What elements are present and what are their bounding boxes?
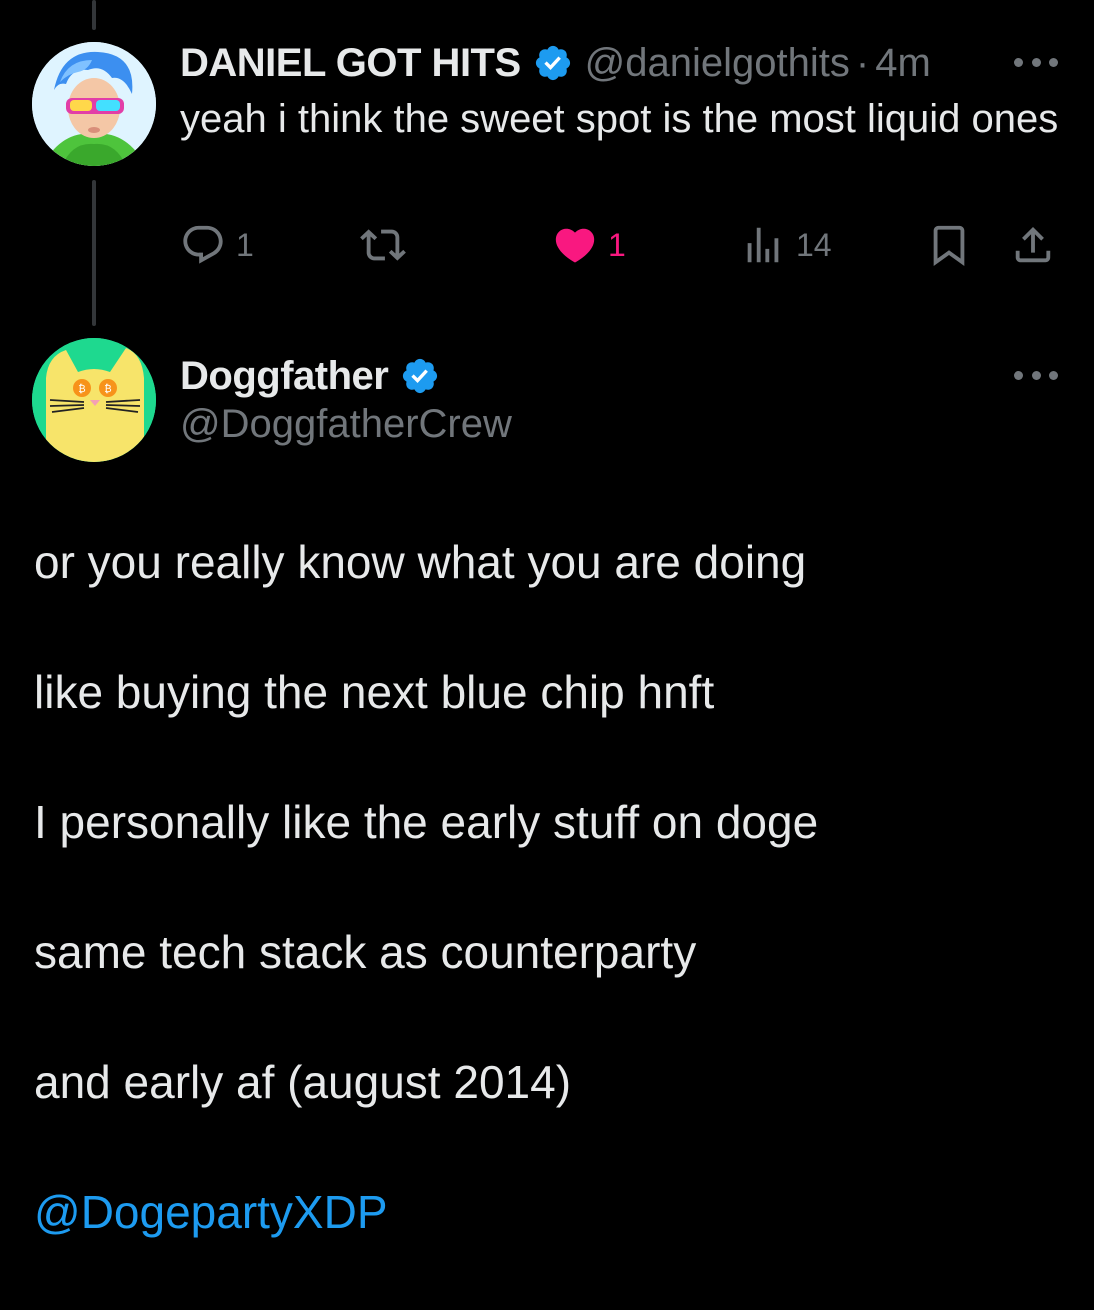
tweet1-text: yeah i think the sweet spot is the most …	[180, 97, 1059, 141]
svg-text:₿: ₿	[78, 383, 85, 395]
like-button[interactable]: 1	[552, 215, 626, 275]
verified-badge-icon	[533, 43, 573, 83]
tweet-paragraph: like buying the next blue chip hnft	[34, 666, 715, 718]
tweet-paragraph: same tech stack as counterparty	[34, 926, 697, 978]
retweet-button[interactable]	[360, 215, 416, 275]
like-count: 1	[608, 226, 626, 263]
separator-dot: ·	[855, 40, 870, 85]
share-icon	[1015, 226, 1051, 263]
bookmark-button[interactable]	[926, 215, 972, 275]
views-button[interactable]: 14	[740, 215, 832, 275]
tweet2-header: Doggfather	[180, 350, 440, 402]
views-icon	[747, 227, 779, 263]
reply-button[interactable]: 1	[180, 215, 254, 275]
author-handle[interactable]: @DoggfatherCrew	[180, 402, 512, 447]
thread-line	[92, 180, 96, 326]
heart-icon	[555, 228, 595, 263]
more-icon[interactable]	[1014, 369, 1058, 381]
mention-link[interactable]: @DogepartyXDP	[34, 1180, 1064, 1244]
more-icon[interactable]	[1014, 56, 1058, 68]
thread-line-top	[92, 0, 96, 30]
tweet1-actions: 1 1 14	[180, 215, 1060, 275]
tweet1-header: DANIEL GOT HITS @danielgothits · 4m	[180, 38, 931, 88]
verified-badge-icon	[400, 356, 440, 396]
author-name[interactable]: Doggfather	[180, 354, 389, 399]
tweet-paragraph: or you really know what you are doing	[34, 536, 807, 588]
avatar-doggfathercrew[interactable]: ₿ ₿	[32, 338, 156, 462]
tweet-paragraph: and early af (august 2014)	[34, 1056, 572, 1108]
bookmark-icon	[933, 225, 965, 266]
avatar-danielgothits[interactable]	[32, 42, 156, 166]
reply-icon	[183, 225, 223, 264]
svg-text:₿: ₿	[104, 383, 111, 395]
author-handle[interactable]: @danielgothits	[585, 41, 850, 86]
views-count: 14	[796, 226, 832, 263]
tweet-paragraph: I personally like the early stuff on dog…	[34, 796, 819, 848]
retweet-icon	[360, 229, 406, 261]
tweet2-text: or you really know what you are doing li…	[34, 530, 1064, 1310]
author-name[interactable]: DANIEL GOT HITS	[180, 41, 521, 86]
reply-count: 1	[236, 226, 254, 263]
share-button[interactable]	[1010, 215, 1056, 275]
tweet-timestamp[interactable]: 4m	[875, 41, 931, 86]
